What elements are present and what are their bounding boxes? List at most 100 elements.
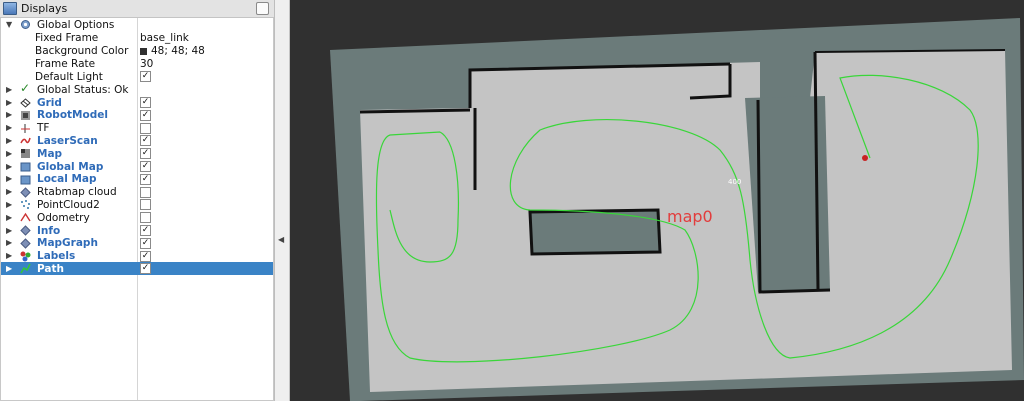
gear-icon xyxy=(20,19,31,30)
panel-splitter[interactable]: ◀ xyxy=(275,0,290,401)
render-view[interactable]: map0 400 xyxy=(290,0,1024,401)
display-label: Grid xyxy=(37,96,62,109)
tree-row-display[interactable]: ▶ Local Map ✓ xyxy=(1,173,273,186)
display-enabled-checkbox[interactable]: ✓ xyxy=(140,250,151,262)
tree-row-display[interactable]: ▶ RobotModel ✓ xyxy=(1,109,273,122)
display-enabled-checkbox[interactable] xyxy=(140,199,151,211)
collapsed-arrow-icon[interactable]: ▶ xyxy=(6,239,14,247)
display-label: PointCloud2 xyxy=(37,198,100,211)
tree-row-display[interactable]: ▶ Map ✓ xyxy=(1,147,273,160)
display-label: LaserScan xyxy=(37,134,98,147)
robot-model-icon xyxy=(20,110,31,121)
collapsed-arrow-icon[interactable]: ▶ xyxy=(6,136,14,145)
grid-icon xyxy=(20,97,31,108)
display-label: Global Map xyxy=(37,160,104,173)
display-enabled-checkbox[interactable]: ✓ xyxy=(140,225,151,236)
tree-row-display[interactable]: ▶ PointCloud2 xyxy=(1,198,273,211)
tree-row-fixed-frame[interactable]: Fixed Frame base_link xyxy=(1,31,273,44)
collapsed-arrow-icon[interactable]: ▶ xyxy=(6,213,14,222)
collapsed-arrow-icon[interactable]: ▶ xyxy=(6,111,14,119)
laser-scan-icon xyxy=(20,135,31,146)
fixed-frame-label: Fixed Frame xyxy=(35,31,99,44)
wall-top-left xyxy=(359,108,471,114)
tree-row-display[interactable]: ▶ Labels ✓ xyxy=(1,250,273,263)
display-label: MapGraph xyxy=(37,237,98,250)
checkmark-icon: ✓ xyxy=(20,81,31,95)
map-icon xyxy=(20,148,31,159)
tree-row-display[interactable]: ▶ Global Map ✓ xyxy=(1,160,273,173)
robot-marker xyxy=(862,155,868,161)
default-light-checkbox[interactable]: ✓ xyxy=(140,71,151,82)
tree-row-display[interactable]: ▶ Info ✓ xyxy=(1,224,273,237)
collapsed-arrow-icon[interactable]: ▶ xyxy=(6,226,14,235)
background-color-value[interactable]: 48; 48; 48 xyxy=(140,45,205,57)
display-enabled-checkbox[interactable]: ✓ xyxy=(140,135,151,147)
collapsed-arrow-icon[interactable]: ▶ xyxy=(6,175,14,183)
tree-row-display[interactable]: ▶ Odometry xyxy=(1,211,273,224)
display-enabled-checkbox[interactable] xyxy=(140,212,151,224)
display-label: Rtabmap cloud xyxy=(37,186,117,199)
folder-icon xyxy=(20,174,31,185)
tree-row-default-light[interactable]: Default Light ✓ xyxy=(1,70,273,83)
room-upper-right xyxy=(930,52,1000,95)
diamond-icon xyxy=(20,225,31,236)
monitor-icon xyxy=(3,2,17,15)
display-label: Info xyxy=(37,224,61,237)
tree-row-display[interactable]: ▶ TF xyxy=(1,122,273,135)
float-panel-button[interactable] xyxy=(256,2,269,15)
collapsed-arrow-icon[interactable]: ▶ xyxy=(6,124,14,132)
tree-row-display[interactable]: ▶ MapGraph ✓ xyxy=(1,237,273,250)
collapsed-arrow-icon[interactable]: ▶ xyxy=(6,162,14,171)
global-options-label: Global Options xyxy=(37,18,115,31)
display-label: Map xyxy=(37,147,63,160)
display-label: Odometry xyxy=(37,211,90,224)
folder-icon xyxy=(20,161,31,172)
collapsed-arrow-icon[interactable]: ▶ xyxy=(6,85,14,94)
global-status-label: Global Status: Ok xyxy=(37,83,129,96)
displays-panel: Displays ▼ Global Options Fixed Frame ba… xyxy=(0,0,275,401)
display-enabled-checkbox[interactable]: ✓ xyxy=(140,161,151,172)
collapsed-arrow-icon[interactable]: ▶ xyxy=(6,98,14,107)
background-color-text: 48; 48; 48 xyxy=(151,44,205,57)
fixed-frame-value[interactable]: base_link xyxy=(140,32,189,44)
point-cloud-icon xyxy=(20,199,31,210)
displays-title: Displays xyxy=(21,2,68,15)
collapsed-arrow-icon[interactable]: ▶ xyxy=(6,200,14,209)
collapse-arrow-icon[interactable]: ◀ xyxy=(278,235,284,244)
collapsed-arrow-icon[interactable]: ▶ xyxy=(6,188,14,196)
frame-rate-value[interactable]: 30 xyxy=(140,58,153,70)
display-enabled-checkbox[interactable] xyxy=(140,186,151,198)
background-color-label: Background Color xyxy=(35,44,129,57)
expanded-arrow-icon[interactable]: ▼ xyxy=(6,20,14,29)
displays-tree[interactable]: ▼ Global Options Fixed Frame base_link B… xyxy=(0,18,274,401)
map-label: map0 xyxy=(667,207,713,226)
tree-row-background-color[interactable]: Background Color 48; 48; 48 xyxy=(1,44,273,57)
display-enabled-checkbox[interactable]: ✓ xyxy=(140,109,151,121)
display-label: RobotModel xyxy=(37,109,108,122)
map-canvas[interactable]: map0 400 xyxy=(290,0,1024,401)
tf-icon xyxy=(20,123,31,134)
tree-row-display[interactable]: ▶ Grid ✓ xyxy=(1,96,273,109)
displays-title-bar: Displays xyxy=(0,0,274,18)
tree-row-display[interactable]: ▶ Rtabmap cloud xyxy=(1,186,273,199)
display-enabled-checkbox[interactable]: ✓ xyxy=(140,263,151,275)
collapsed-arrow-icon[interactable]: ▶ xyxy=(6,149,14,158)
display-label: Local Map xyxy=(37,173,97,186)
tree-row-display[interactable]: ▶ LaserScan ✓ xyxy=(1,134,273,147)
tree-row-global-options[interactable]: ▼ Global Options xyxy=(1,18,273,31)
display-enabled-checkbox[interactable]: ✓ xyxy=(140,237,151,249)
odometry-icon xyxy=(20,212,31,223)
tree-row-display[interactable]: ▶ Path ✓ xyxy=(1,262,273,276)
display-enabled-checkbox[interactable]: ✓ xyxy=(140,148,151,160)
display-enabled-checkbox[interactable]: ✓ xyxy=(140,173,151,185)
diamond-icon xyxy=(20,186,31,198)
display-enabled-checkbox[interactable]: ✓ xyxy=(140,97,151,108)
collapsed-arrow-icon[interactable]: ▶ xyxy=(6,264,14,273)
display-enabled-checkbox[interactable] xyxy=(140,122,151,134)
tree-row-frame-rate[interactable]: Frame Rate 30 xyxy=(1,57,273,70)
frame-rate-label: Frame Rate xyxy=(35,57,96,70)
tree-row-global-status[interactable]: ▶ ✓ Global Status: Ok xyxy=(1,81,273,96)
display-label: TF xyxy=(37,122,50,135)
diamond-icon xyxy=(20,238,31,249)
collapsed-arrow-icon[interactable]: ▶ xyxy=(6,252,14,260)
